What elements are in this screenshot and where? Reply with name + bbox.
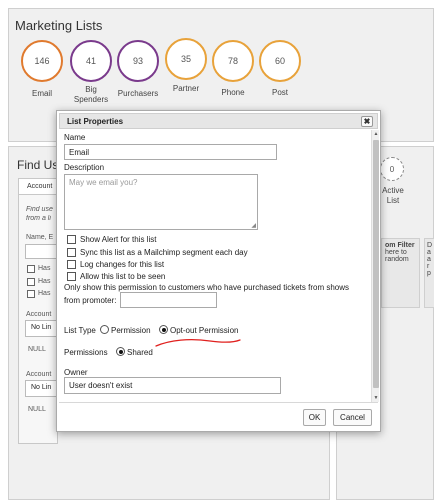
list-count: 60 — [274, 56, 285, 66]
dialog-body: Name Email Description May we email you?… — [59, 130, 371, 402]
account-select[interactable]: No Lin — [25, 380, 58, 397]
list-circle-post[interactable]: 60 — [259, 40, 301, 82]
list-count: 35 — [180, 54, 191, 64]
list-circle-purchasers[interactable]: 93 — [117, 40, 159, 82]
mailchimp-sync-checkbox[interactable] — [67, 248, 76, 257]
list-circle-partner[interactable]: 35 — [165, 38, 207, 80]
list-circle-phone[interactable]: 78 — [212, 40, 254, 82]
list-count: 78 — [227, 56, 238, 66]
find-users-title: Find Us — [17, 158, 59, 172]
card-text: here to — [385, 249, 407, 256]
dialog-scrollbar[interactable]: ▲ ▼ — [371, 130, 379, 402]
second-filter-card[interactable]: D a a r p — [424, 238, 434, 308]
null-label: NULL — [28, 346, 46, 353]
find-hint-line: Find use — [26, 206, 53, 213]
card-text: D — [427, 242, 433, 249]
card-title: om Filter — [385, 242, 415, 249]
dialog-header[interactable]: List Properties ✖ — [59, 113, 378, 129]
log-changes-label: Log changes for this list — [80, 260, 165, 269]
scroll-down-icon[interactable]: ▼ — [372, 395, 380, 401]
active-list-circle[interactable]: 0 — [380, 157, 404, 181]
promoter-input[interactable] — [120, 292, 217, 308]
marketing-lists-title: Marketing Lists — [15, 18, 103, 33]
account-label: Account — [26, 371, 52, 378]
has-label: Has — [38, 290, 51, 297]
ok-button[interactable]: OK — [303, 409, 326, 426]
list-circle-email[interactable]: 146 — [21, 40, 63, 82]
name-email-input[interactable] — [25, 244, 58, 259]
shared-radio-label: Shared — [127, 348, 153, 357]
permission-radio-label: Permission — [111, 326, 151, 335]
account-select[interactable]: No Lin — [25, 320, 58, 337]
resize-handle-icon[interactable]: ◢ — [251, 222, 256, 229]
card-text: random — [385, 256, 409, 263]
dialog-footer: OK Cancel — [59, 402, 378, 430]
dialog-title: List Properties — [67, 117, 124, 126]
list-type-label: List Type — [64, 326, 96, 335]
list-count: 41 — [85, 56, 96, 66]
name-input[interactable]: Email — [64, 144, 277, 160]
show-alert-checkbox[interactable] — [67, 235, 76, 244]
has-checkbox[interactable] — [27, 265, 35, 273]
opt-out-permission-label: Opt-out Permission — [170, 326, 239, 335]
cancel-button[interactable]: Cancel — [333, 409, 372, 426]
card-text: a — [427, 249, 431, 256]
scroll-thumb[interactable] — [373, 140, 379, 388]
mailchimp-sync-label: Sync this list as a Mailchimp segment ea… — [80, 248, 248, 257]
name-label: Name — [64, 133, 86, 142]
has-checkbox[interactable] — [27, 278, 35, 286]
active-list-label: Active List — [382, 186, 404, 205]
show-alert-label: Show Alert for this list — [80, 235, 157, 244]
close-button[interactable]: ✖ — [361, 116, 373, 127]
log-changes-checkbox[interactable] — [67, 260, 76, 269]
account-label: Account — [26, 311, 52, 318]
find-hint-line: from a li — [26, 215, 51, 222]
permissions-label: Permissions — [64, 348, 108, 357]
name-email-label: Name, E — [26, 234, 54, 241]
description-textarea[interactable]: May we email you? ◢ — [64, 174, 258, 230]
shared-radio[interactable] — [116, 347, 125, 356]
list-count: 146 — [34, 56, 50, 66]
close-icon: ✖ — [363, 117, 371, 126]
list-properties-dialog: List Properties ✖ Name Email Description… — [56, 110, 381, 432]
promoter-text: Only show this permission to customers w… — [64, 283, 350, 292]
description-label: Description — [64, 163, 105, 172]
card-text: p — [427, 270, 431, 277]
null-label: NULL — [28, 406, 46, 413]
owner-input[interactable]: User doesn't exist — [64, 377, 281, 394]
card-text: r — [427, 263, 430, 270]
has-label: Has — [38, 278, 51, 285]
active-count: 0 — [389, 164, 395, 174]
allow-seen-checkbox[interactable] — [67, 272, 76, 281]
has-label: Has — [38, 265, 51, 272]
promoter-text: from promoter: — [64, 296, 117, 305]
opt-out-permission-radio[interactable] — [159, 325, 168, 334]
permission-radio[interactable] — [100, 325, 109, 334]
list-label: Post — [271, 88, 288, 97]
owner-label: Owner — [64, 368, 88, 377]
list-count: 93 — [132, 56, 143, 66]
allow-seen-label: Allow this list to be seen — [80, 272, 166, 281]
description-placeholder: May we email you? — [69, 178, 138, 187]
list-circle-big-spenders[interactable]: 41 — [70, 40, 112, 82]
scroll-up-icon[interactable]: ▲ — [372, 131, 380, 137]
random-filter-card[interactable]: om Filter here to random — [381, 238, 420, 308]
has-checkbox[interactable] — [27, 290, 35, 298]
card-text: a — [427, 256, 431, 263]
